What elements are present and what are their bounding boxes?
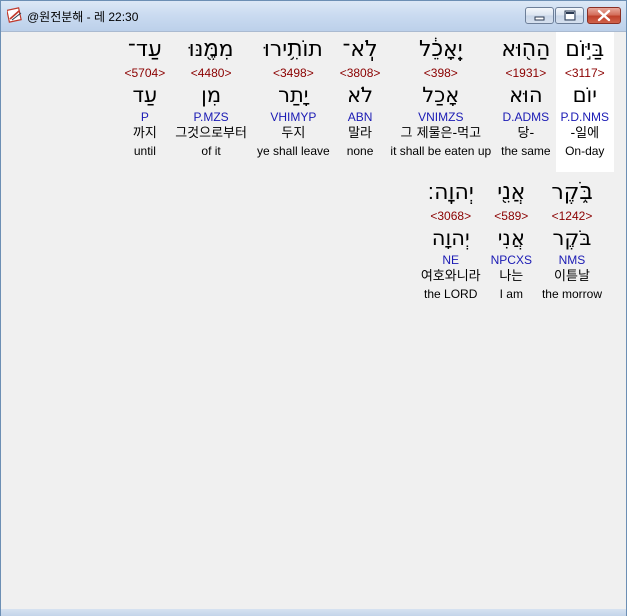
word-column[interactable]: יְהוָֽה׃ <3068> יְהוָה NE 여호와니라 the LORD bbox=[416, 175, 486, 303]
hebrew-word[interactable]: עַד־ bbox=[128, 36, 162, 66]
close-button[interactable] bbox=[587, 7, 621, 24]
close-icon bbox=[597, 9, 611, 22]
morphology-code: P bbox=[140, 110, 149, 124]
hebrew-word[interactable]: מִמֶּ֖נּוּ bbox=[189, 36, 234, 66]
app-window: @원전분해 - 레 22:30 בַּיּ֣וֹם <3117> יוֹם P.… bbox=[0, 0, 627, 616]
strong-number[interactable]: <3498> bbox=[273, 66, 314, 82]
english-gloss: it shall be eaten up bbox=[390, 144, 492, 158]
morphology-code: ABN bbox=[347, 110, 373, 124]
title-bar[interactable]: @원전분해 - 레 22:30 bbox=[1, 1, 626, 32]
hebrew-root: הוּא bbox=[509, 83, 543, 107]
morphology-code: VHIMYP bbox=[270, 110, 317, 124]
maximize-button[interactable] bbox=[555, 7, 584, 24]
strong-number[interactable]: <5704> bbox=[125, 66, 166, 82]
hebrew-root: יְהוָה bbox=[431, 226, 470, 250]
english-gloss: I am bbox=[499, 287, 523, 301]
morphology-code: NE bbox=[442, 253, 460, 267]
minimize-icon bbox=[534, 16, 545, 21]
korean-gloss: 그것으로부터 bbox=[175, 126, 247, 141]
english-gloss: ye shall leave bbox=[256, 144, 330, 158]
korean-gloss: 까지 bbox=[132, 126, 157, 141]
app-icon[interactable] bbox=[6, 7, 23, 23]
english-gloss: On-day bbox=[565, 144, 605, 158]
korean-gloss: 나는 bbox=[499, 269, 524, 284]
word-column[interactable]: תוֹתִ֥ירוּ <3498> יָתַר VHIMYP 두지 ye sha… bbox=[252, 32, 335, 172]
korean-gloss: 이튿날 bbox=[554, 269, 590, 284]
minimize-button[interactable] bbox=[525, 7, 554, 24]
strong-number[interactable]: <398> bbox=[424, 66, 458, 82]
morphology-code: NPCXS bbox=[490, 253, 532, 267]
hebrew-word[interactable]: תוֹתִ֥ירוּ bbox=[264, 36, 323, 66]
korean-gloss: 여호와니라 bbox=[420, 269, 481, 284]
strong-number[interactable]: <4480> bbox=[191, 66, 232, 82]
interlinear-view[interactable]: בַּיּ֣וֹם <3117> יוֹם P.D.NMS -일에 On-day… bbox=[5, 32, 622, 606]
word-column[interactable]: אֲנִ֖י <589> אֲנִי NPCXS 나는 I am bbox=[486, 175, 537, 303]
hebrew-word[interactable]: הַה֖וּא bbox=[501, 36, 550, 66]
hebrew-word[interactable]: בֹּ֑קֶר bbox=[551, 179, 592, 209]
english-gloss: none bbox=[346, 144, 374, 158]
hebrew-root: עַד bbox=[132, 83, 158, 107]
verse-row: בֹּ֑קֶר <1242> בֹּקֶר NMS 이튿날 the morrow… bbox=[416, 175, 607, 303]
hebrew-root: אֲנִי bbox=[497, 226, 525, 250]
hebrew-word[interactable]: אֲנִ֖י bbox=[497, 179, 525, 209]
strong-number[interactable]: <589> bbox=[494, 209, 528, 225]
strong-number[interactable]: <1931> bbox=[505, 66, 546, 82]
word-column[interactable]: הַה֖וּא <1931> הוּא D.ADMS 당- the same bbox=[496, 32, 555, 172]
hebrew-root: מִן bbox=[201, 83, 222, 107]
korean-gloss: 당- bbox=[517, 126, 535, 141]
hebrew-root: לֹא bbox=[347, 83, 374, 107]
korean-gloss: 그 제물은-먹고 bbox=[400, 126, 482, 141]
verse-row: בַּיּ֣וֹם <3117> יוֹם P.D.NMS -일에 On-day… bbox=[120, 32, 614, 172]
morphology-code: D.ADMS bbox=[502, 110, 550, 124]
hebrew-word[interactable]: בַּיּ֣וֹם bbox=[565, 36, 604, 66]
english-gloss: until bbox=[133, 144, 156, 158]
hebrew-root: אָכַל bbox=[422, 83, 460, 107]
morphology-code: NMS bbox=[558, 253, 586, 267]
strong-number[interactable]: <3808> bbox=[340, 66, 381, 82]
korean-gloss: -일에 bbox=[570, 126, 600, 141]
morphology-code: VNIMZS bbox=[418, 110, 464, 124]
hebrew-word[interactable]: לֹֽא־ bbox=[342, 36, 377, 66]
morphology-code: P.MZS bbox=[193, 110, 229, 124]
hebrew-root: יוֹם bbox=[572, 83, 597, 107]
word-column[interactable]: בֹּ֑קֶר <1242> בֹּקֶר NMS 이튿날 the morrow bbox=[537, 175, 607, 303]
english-gloss: the morrow bbox=[541, 287, 602, 301]
english-gloss: the same bbox=[501, 144, 551, 158]
english-gloss: of it bbox=[201, 144, 221, 158]
english-gloss: the LORD bbox=[424, 287, 478, 301]
maximize-icon bbox=[564, 10, 576, 21]
word-column[interactable]: לֹֽא־ <3808> לֹא ABN 말라 none bbox=[335, 32, 386, 172]
strong-number[interactable]: <3068> bbox=[430, 209, 471, 225]
korean-gloss: 두지 bbox=[281, 126, 306, 141]
word-column[interactable]: עַד־ <5704> עַד P 까지 until bbox=[120, 32, 171, 172]
hebrew-word[interactable]: יְהוָֽה׃ bbox=[428, 179, 474, 209]
window-title: @원전분해 - 레 22:30 bbox=[27, 10, 139, 24]
word-column[interactable]: בַּיּ֣וֹם <3117> יוֹם P.D.NMS -일에 On-day bbox=[555, 32, 614, 172]
window-frame-bottom bbox=[1, 609, 626, 616]
strong-number[interactable]: <1242> bbox=[552, 209, 593, 225]
morphology-code: P.D.NMS bbox=[560, 110, 609, 124]
korean-gloss: 말라 bbox=[348, 126, 373, 141]
hebrew-root: בֹּקֶר bbox=[552, 226, 592, 250]
hebrew-root: יָתַר bbox=[278, 83, 309, 107]
word-column[interactable]: יֵֽאָכֵ֔ל <398> אָכַל VNIMZS 그 제물은-먹고 it… bbox=[385, 32, 496, 172]
strong-number[interactable]: <3117> bbox=[565, 66, 605, 82]
word-column[interactable]: מִמֶּ֖נּוּ <4480> מִן P.MZS 그것으로부터 of it bbox=[170, 32, 252, 172]
hebrew-word[interactable]: יֵֽאָכֵ֔ל bbox=[419, 36, 463, 66]
